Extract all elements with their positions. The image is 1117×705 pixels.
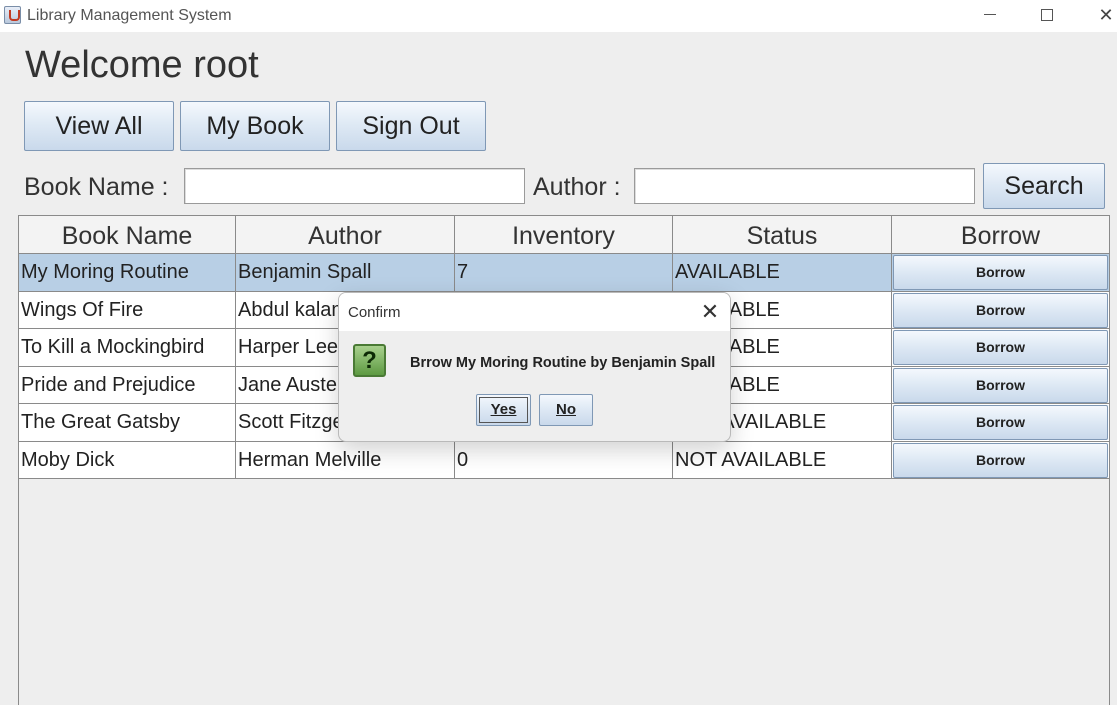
dialog-close-icon[interactable]: ✕ [697, 299, 723, 325]
dialog-message: Brrow My Moring Routine by Benjamin Spal… [410, 355, 716, 371]
borrow-button[interactable]: Borrow [893, 255, 1108, 290]
search-button[interactable]: Search [983, 163, 1105, 209]
no-button[interactable]: No [539, 394, 593, 426]
question-icon: ? [353, 344, 386, 377]
my-book-button[interactable]: My Book [180, 101, 330, 151]
book-name-label: Book Name : [24, 173, 169, 201]
no-label: No [556, 401, 576, 418]
minimize-icon [984, 14, 996, 15]
cell-borrow: Borrow [892, 329, 1109, 366]
cell-borrow: Borrow [892, 367, 1109, 404]
column-header-borrow[interactable]: Borrow [892, 216, 1109, 253]
yes-button[interactable]: Yes [476, 394, 531, 426]
java-app-icon [4, 6, 21, 24]
sign-out-button[interactable]: Sign Out [336, 101, 486, 151]
cell-book-name: The Great Gatsby [19, 404, 236, 441]
yes-label: Yes [490, 401, 517, 418]
cell-book-name: To Kill a Mockingbird [19, 329, 236, 366]
book-name-input[interactable] [184, 168, 525, 204]
borrow-button[interactable]: Borrow [893, 405, 1108, 440]
close-button[interactable]: ✕ [1086, 2, 1117, 28]
view-all-button[interactable]: View All [24, 101, 174, 151]
minimize-button[interactable] [970, 2, 1010, 28]
cell-status: NOT AVAILABLE [673, 441, 892, 478]
cell-inventory: 7 [455, 254, 673, 291]
borrow-button[interactable]: Borrow [893, 442, 1108, 478]
cell-borrow: Borrow [892, 442, 1109, 479]
borrow-button[interactable]: Borrow [893, 292, 1108, 328]
borrow-button[interactable]: Borrow [893, 367, 1108, 403]
table-row[interactable]: My Moring Routine Benjamin Spall 7 AVAIL… [19, 254, 1109, 292]
cell-borrow: Borrow [892, 404, 1109, 441]
window-title: Library Management System [27, 7, 232, 24]
books-table: Book Name Author Inventory Status Borrow… [18, 215, 1110, 705]
cell-book-name: Moby Dick [19, 441, 236, 478]
table-header: Book Name Author Inventory Status Borrow [19, 216, 1109, 254]
welcome-heading: Welcome root [25, 44, 259, 86]
cell-borrow: Borrow [892, 254, 1109, 291]
dialog-title: Confirm [348, 304, 401, 321]
borrow-button[interactable]: Borrow [893, 330, 1108, 365]
author-input[interactable] [634, 168, 975, 204]
author-label: Author : [533, 173, 621, 201]
dialog-titlebar[interactable]: Confirm ✕ [339, 293, 730, 331]
column-header-status[interactable]: Status [673, 216, 892, 253]
close-icon: ✕ [1098, 5, 1114, 25]
cell-book-name: Pride and Prejudice [19, 366, 236, 403]
column-header-inventory[interactable]: Inventory [455, 216, 673, 253]
cell-status: AVAILABLE [673, 254, 892, 291]
maximize-icon [1041, 9, 1053, 21]
cell-author: Herman Melville [236, 441, 455, 478]
cell-book-name: My Moring Routine [19, 254, 236, 291]
cell-borrow: Borrow [892, 292, 1109, 329]
column-header-book-name[interactable]: Book Name [19, 216, 236, 253]
cell-author: Benjamin Spall [236, 254, 455, 291]
confirm-dialog: Confirm ✕ ? Brrow My Moring Routine by B… [338, 292, 731, 442]
cell-book-name: Wings Of Fire [19, 291, 236, 328]
maximize-button[interactable] [1027, 2, 1067, 28]
table-row[interactable]: Moby Dick Herman Melville 0 NOT AVAILABL… [19, 441, 1109, 479]
cell-inventory: 0 [455, 441, 673, 478]
column-header-author[interactable]: Author [236, 216, 455, 253]
window-titlebar: Library Management System ✕ [0, 0, 1117, 32]
